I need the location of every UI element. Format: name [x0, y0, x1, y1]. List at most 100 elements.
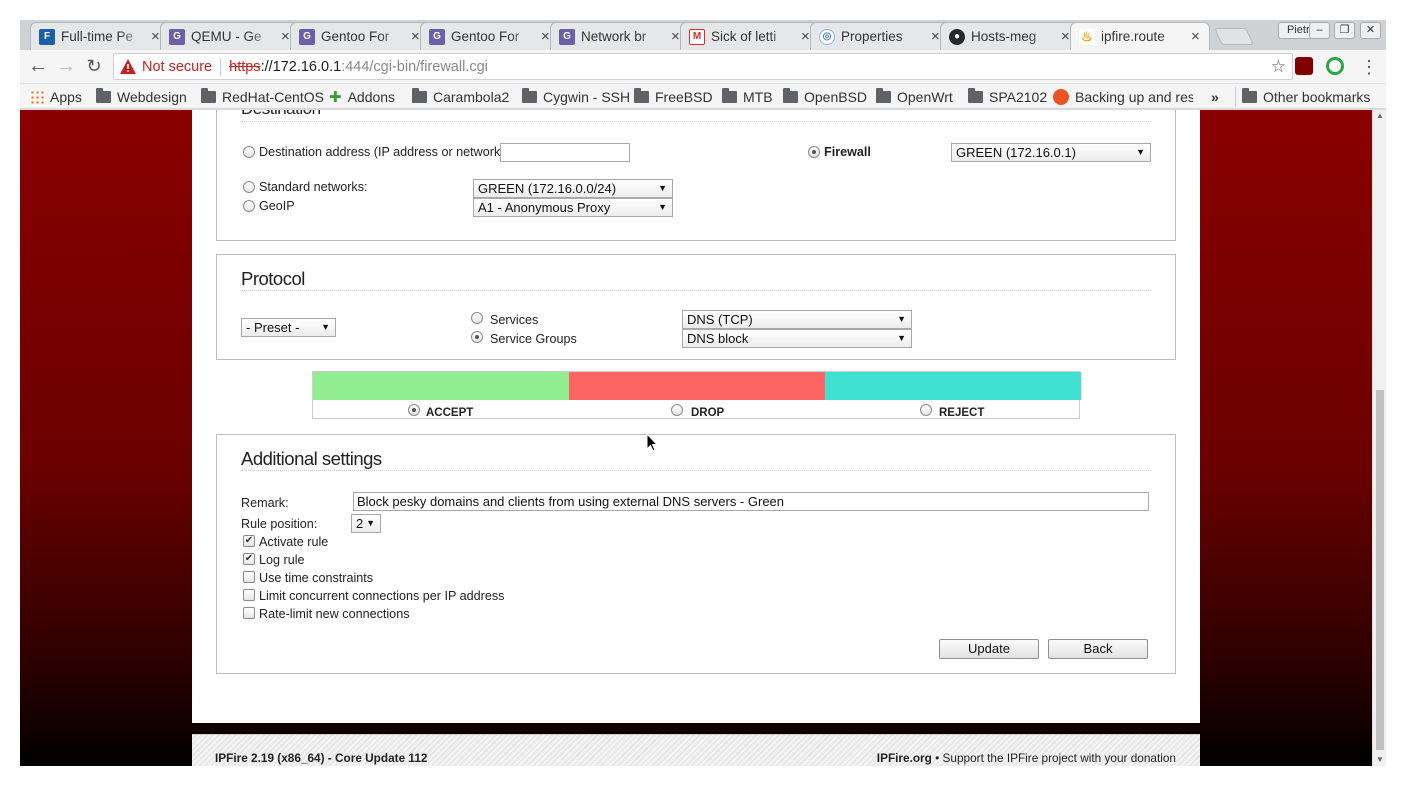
bookmark-openwrt[interactable]: OpenWrt — [876, 87, 953, 107]
firewall-radio[interactable] — [808, 146, 820, 158]
section-title: Protocol — [241, 268, 305, 289]
folder-icon — [876, 88, 891, 103]
ubuntu-icon — [1053, 89, 1069, 105]
action-accept[interactable]: ACCEPT — [313, 372, 569, 420]
menu-icon[interactable]: ⋮ — [1360, 56, 1378, 78]
ipfire-link[interactable]: IPFire.org — [877, 751, 932, 765]
apps-grid-icon — [30, 90, 44, 104]
bookmark-cygwin-ssh[interactable]: Cygwin - SSH — [522, 87, 630, 107]
restore-button[interactable]: ❐ — [1334, 22, 1355, 39]
tab-8[interactable]: ● Hosts-meg × — [940, 22, 1080, 50]
other-bookmarks[interactable]: Other bookmarks — [1242, 87, 1370, 107]
close-icon[interactable]: × — [1191, 29, 1203, 44]
reload-icon[interactable]: ↻ — [82, 55, 106, 79]
bookmark-mtb[interactable]: MTB — [722, 87, 773, 107]
service-groups-label: Service Groups — [490, 332, 577, 346]
remark-input[interactable]: Block pesky domains and clients from usi… — [353, 492, 1149, 511]
action-reject[interactable]: REJECT — [825, 372, 1081, 420]
tab-title: QEMU - Ge — [191, 29, 262, 44]
tab-5[interactable]: G Network br × — [550, 22, 690, 50]
services-select[interactable]: DNS (TCP) ▼ — [682, 310, 912, 329]
rate-limit-checkbox[interactable] — [243, 607, 255, 619]
service-groups-select[interactable]: DNS block ▼ — [682, 329, 912, 348]
tab-ipfire[interactable]: ♨ ipfire.route × — [1070, 22, 1210, 50]
standard-networks-radio[interactable] — [243, 181, 255, 193]
bookmark-webdesign[interactable]: Webdesign — [96, 87, 187, 107]
log-rule-checkbox[interactable]: ✔ — [243, 553, 255, 565]
update-button[interactable]: Update — [939, 639, 1039, 659]
rule-position-select[interactable]: 2 ▼ — [351, 514, 381, 533]
bookmark-apps[interactable]: Apps — [30, 87, 82, 107]
preset-select[interactable]: - Preset - ▼ — [241, 318, 336, 337]
services-label: Services — [490, 313, 539, 327]
geoip-select[interactable]: A1 - Anonymous Proxy ▼ — [473, 198, 673, 217]
concurrent-connections-checkbox[interactable] — [243, 589, 255, 601]
bookmark-star-icon[interactable]: ☆ — [1271, 57, 1286, 77]
scroll-thumb[interactable] — [1376, 390, 1384, 750]
close-window-button[interactable]: ✕ — [1360, 22, 1381, 39]
scroll-up-arrow-icon[interactable]: ▲ — [1373, 110, 1386, 122]
time-constraints-checkbox[interactable] — [243, 571, 255, 583]
destination-address-label: Destination address (IP address or netwo… — [259, 145, 508, 159]
extension-icon[interactable] — [1326, 57, 1344, 75]
page-scrollbar[interactable]: ▲ ▼ — [1372, 110, 1386, 766]
accept-radio[interactable] — [408, 404, 420, 416]
tab-3[interactable]: G Gentoo For × — [290, 22, 430, 50]
divider — [241, 290, 1151, 291]
bookmark-addons[interactable]: ✚ Addons — [329, 87, 395, 107]
bookmark-carambola2[interactable]: Carambola2 — [412, 87, 509, 107]
dropdown-arrow-icon: ▼ — [321, 322, 330, 332]
bookmark-backing-up[interactable]: Backing up and res — [1053, 87, 1193, 107]
scroll-down-arrow-icon[interactable]: ▼ — [1373, 754, 1386, 766]
destination-address-radio[interactable] — [243, 146, 255, 158]
puzzle-icon: ✚ — [329, 89, 342, 106]
ublock-icon[interactable] — [1295, 57, 1313, 75]
option-label: Log rule — [259, 553, 305, 567]
divider — [241, 121, 1151, 122]
reject-radio[interactable] — [920, 404, 932, 416]
address-bar[interactable]: Not secure https ://172.16.0.1 :444/cgi-… — [113, 53, 1293, 80]
dropdown-arrow-icon: ▼ — [366, 518, 375, 528]
forward-arrow-icon[interactable]: → — [54, 55, 78, 79]
security-label[interactable]: Not secure — [142, 59, 212, 75]
tab-title: Gentoo For — [451, 29, 520, 44]
services-radio[interactable] — [471, 312, 483, 324]
bookmark-label: Backing up and res — [1075, 89, 1193, 105]
action-drop[interactable]: DROP — [569, 372, 825, 420]
bookmark-freebsd[interactable]: FreeBSD — [634, 87, 713, 107]
back-button[interactable]: Back — [1048, 639, 1148, 659]
destination-address-input[interactable] — [500, 143, 630, 162]
mouse-cursor-icon — [647, 434, 659, 452]
geoip-radio[interactable] — [243, 200, 255, 212]
browser-toolbar: ← → ↻ Not secure https ://172.16.0.1 :44… — [20, 50, 1386, 84]
select-value: - Preset - — [246, 320, 300, 335]
bookmark-redhat-centos[interactable]: RedHat-CentOS — [201, 87, 324, 107]
tab-7[interactable]: ◎ Properties × — [810, 22, 950, 50]
folder-icon — [783, 88, 798, 103]
tab-4[interactable]: G Gentoo For × — [420, 22, 560, 50]
service-groups-radio[interactable] — [471, 331, 483, 343]
action-label: DROP — [691, 407, 725, 419]
footer-support: IPFire.org • Support the IPFire project … — [877, 751, 1176, 765]
tab-2[interactable]: G QEMU - Ge × — [160, 22, 300, 50]
bookmark-spa2102[interactable]: SPA2102 — [968, 87, 1047, 107]
support-text: • Support the IPFire project with your d… — [931, 751, 1176, 765]
bookmarks-overflow-chevron-icon[interactable]: » — [1211, 87, 1219, 107]
firewall-label: Firewall — [824, 145, 871, 159]
standard-networks-select[interactable]: GREEN (172.16.0.0/24) ▼ — [473, 179, 673, 198]
activate-rule-checkbox[interactable]: ✔ — [243, 535, 255, 547]
firewall-select[interactable]: GREEN (172.16.0.1) ▼ — [951, 143, 1151, 162]
github-icon: ● — [949, 28, 965, 45]
rule-position-label: Rule position: — [241, 517, 318, 531]
back-arrow-icon[interactable]: ← — [26, 55, 50, 79]
drop-radio[interactable] — [671, 404, 683, 416]
tab-6[interactable]: M Sick of letti × — [680, 22, 820, 50]
bookmark-openbsd[interactable]: OpenBSD — [783, 87, 867, 107]
folder-icon — [96, 88, 111, 103]
minimize-button[interactable]: – — [1309, 22, 1330, 39]
option-label: Limit concurrent connections per IP addr… — [259, 589, 505, 603]
dropdown-arrow-icon: ▼ — [658, 183, 667, 193]
new-tab-button[interactable] — [1214, 28, 1254, 45]
destination-section: Destination Destination address (IP addr… — [216, 110, 1176, 241]
tab-1[interactable]: F Full-time Pe × — [30, 22, 170, 50]
